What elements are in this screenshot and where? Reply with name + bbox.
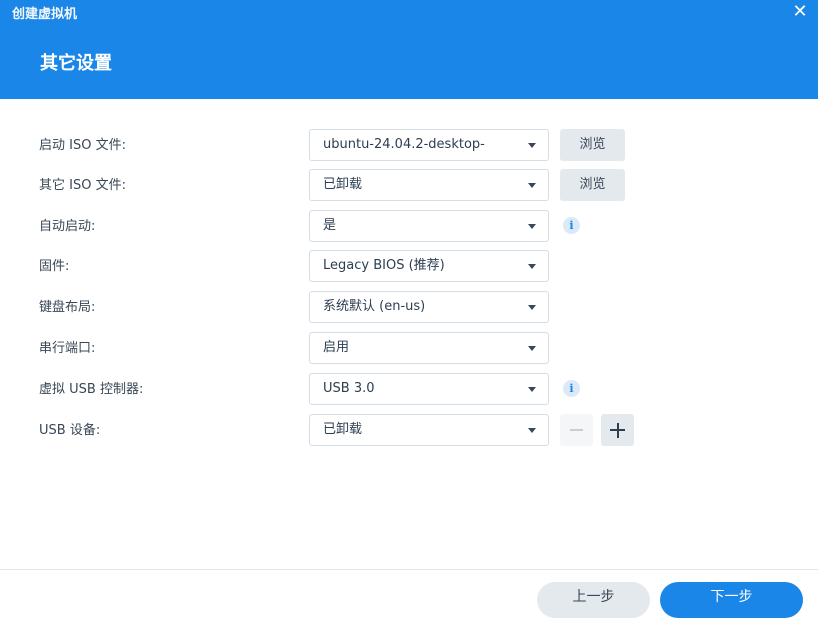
footer-divider <box>0 569 818 570</box>
boot-iso-select[interactable]: ubuntu-24.04.2-desktop- <box>309 129 549 161</box>
keyboard-layout-label: 键盘布局: <box>39 300 96 315</box>
usb-device-select[interactable]: 已卸载 <box>309 414 549 446</box>
remove-usb-device-button[interactable] <box>560 414 593 446</box>
info-icon[interactable]: i <box>563 380 580 397</box>
other-iso-select[interactable]: 已卸载 <box>309 169 549 201</box>
firmware-value: Legacy BIOS (推荐) <box>323 258 445 273</box>
keyboard-layout-select[interactable]: 系统默认 (en-us) <box>309 291 549 323</box>
chevron-down-icon <box>528 387 536 392</box>
other-iso-label: 其它 ISO 文件: <box>39 178 126 193</box>
form-row-serial-port: 串行端口: 启用 <box>0 332 818 366</box>
serial-port-label: 串行端口: <box>39 341 96 356</box>
boot-iso-browse-button[interactable]: 浏览 <box>560 129 625 161</box>
chevron-down-icon <box>528 305 536 310</box>
form-row-autostart: 自动启动: 是 i <box>0 210 818 244</box>
other-iso-value: 已卸载 <box>323 177 363 192</box>
autostart-label: 自动启动: <box>39 219 96 234</box>
close-icon[interactable]: ✕ <box>790 1 810 22</box>
form-row-other-iso: 其它 ISO 文件: 已卸载 浏览 <box>0 169 818 203</box>
keyboard-layout-value: 系统默认 (en-us) <box>323 299 426 314</box>
autostart-select[interactable]: 是 <box>309 210 549 242</box>
usb-controller-label: 虚拟 USB 控制器: <box>39 382 144 397</box>
boot-iso-value: ubuntu-24.04.2-desktop- <box>323 137 485 152</box>
chevron-down-icon <box>528 183 536 188</box>
chevron-down-icon <box>528 224 536 229</box>
firmware-select[interactable]: Legacy BIOS (推荐) <box>309 250 549 282</box>
section-title: 其它设置 <box>40 53 112 74</box>
plus-icon-vertical <box>616 423 619 438</box>
form-row-firmware: 固件: Legacy BIOS (推荐) <box>0 250 818 284</box>
usb-device-value: 已卸载 <box>323 422 363 437</box>
usb-controller-value: USB 3.0 <box>323 381 375 396</box>
info-icon[interactable]: i <box>563 217 580 234</box>
chevron-down-icon <box>528 143 536 148</box>
form-row-boot-iso: 启动 ISO 文件: ubuntu-24.04.2-desktop- 浏览 <box>0 129 818 163</box>
boot-iso-label: 启动 ISO 文件: <box>39 138 126 153</box>
dialog-header: 创建虚拟机 ✕ 其它设置 <box>0 0 818 99</box>
minus-icon <box>570 429 583 431</box>
other-iso-browse-button[interactable]: 浏览 <box>560 169 625 201</box>
autostart-value: 是 <box>323 218 337 233</box>
window-title: 创建虚拟机 <box>12 7 78 22</box>
serial-port-value: 启用 <box>323 340 350 355</box>
chevron-down-icon <box>528 264 536 269</box>
serial-port-select[interactable]: 启用 <box>309 332 549 364</box>
previous-step-button[interactable]: 上一步 <box>537 582 650 618</box>
form-row-usb-controller: 虚拟 USB 控制器: USB 3.0 i <box>0 373 818 407</box>
form-row-usb-device: USB 设备: 已卸载 <box>0 414 818 448</box>
next-step-button[interactable]: 下一步 <box>660 582 803 618</box>
form-row-keyboard-layout: 键盘布局: 系统默认 (en-us) <box>0 291 818 325</box>
add-usb-device-button[interactable] <box>601 414 634 446</box>
usb-controller-select[interactable]: USB 3.0 <box>309 373 549 405</box>
usb-device-label: USB 设备: <box>39 423 101 438</box>
chevron-down-icon <box>528 346 536 351</box>
firmware-label: 固件: <box>39 259 70 274</box>
chevron-down-icon <box>528 428 536 433</box>
